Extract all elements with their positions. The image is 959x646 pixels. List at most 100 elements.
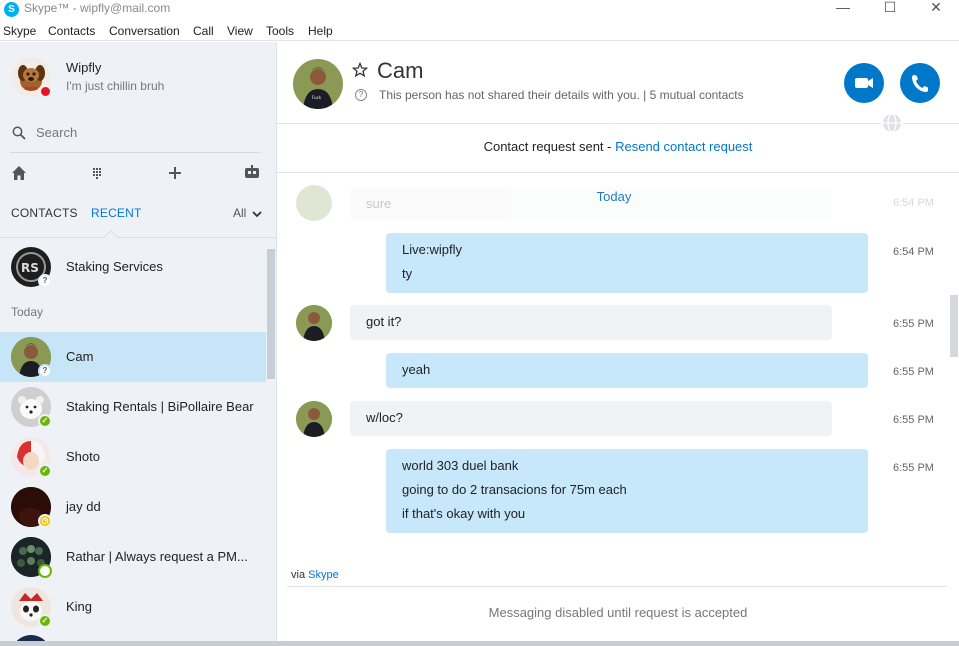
filter-dropdown[interactable]: All <box>233 206 262 220</box>
chat-contact-avatar[interactable]: Fuck <box>293 59 343 109</box>
via-text: via <box>291 569 309 581</box>
globe-icon[interactable] <box>881 112 903 134</box>
contact-name: Rathar | Always request a PM... <box>66 549 248 564</box>
skype-window: S Skype™ - wipfly@mail.com — ☐ ✕ Skype C… <box>0 0 959 646</box>
profile-mood-message[interactable]: I'm just chillin bruh <box>66 79 164 93</box>
message-time: 6:55 PM <box>893 318 934 330</box>
profile-name: Wipfly <box>66 60 102 75</box>
chat-contact-details: This person has not shared their details… <box>379 88 744 102</box>
sender-avatar[interactable] <box>296 305 332 341</box>
online-status-icon: ✓ <box>38 414 52 428</box>
menu-tools[interactable]: Tools <box>266 24 294 38</box>
dialpad-icon[interactable] <box>88 164 106 182</box>
sidebar-scrollbar[interactable] <box>267 249 275 379</box>
menu-bar: Skype Contacts Conversation Call View To… <box>0 21 959 41</box>
contact-item[interactable]: RS ? Staking Services <box>0 242 266 292</box>
busy-status-icon <box>39 85 52 98</box>
offline-status-icon <box>38 564 52 578</box>
resend-request-link[interactable]: Resend contact request <box>615 139 752 154</box>
title-bar: S Skype™ - wipfly@mail.com — ☐ ✕ <box>0 0 959 20</box>
message-bubble-in[interactable]: got it? <box>350 305 832 340</box>
contact-item[interactable]: ◷ jay dd <box>0 482 266 532</box>
contact-name: Staking Services <box>66 259 163 274</box>
phone-icon <box>912 75 928 92</box>
home-icon[interactable] <box>10 164 28 182</box>
window-bottom-edge <box>0 641 959 646</box>
conversation-panel: Fuck Cam ? This person has not shared th… <box>277 42 959 646</box>
message-text: world 303 duel bank <box>402 458 519 473</box>
date-separator: Today <box>596 189 632 204</box>
message-bubble-out[interactable]: yeah <box>386 353 868 388</box>
search-icon <box>12 126 26 140</box>
request-status-text: Contact request sent - <box>483 139 616 154</box>
contact-item[interactable]: ✓ Shoto <box>0 432 266 482</box>
via-skype-label: via Skype <box>291 569 339 581</box>
close-button[interactable]: ✕ <box>913 0 959 17</box>
message-text: w/loc? <box>366 410 403 425</box>
svg-text:Fuck: Fuck <box>312 95 322 100</box>
video-call-button[interactable] <box>844 63 884 103</box>
info-icon[interactable]: ? <box>355 89 367 101</box>
chat-contact-name: Cam <box>377 58 424 83</box>
message-text: Live:wipfly <box>402 242 462 257</box>
add-icon[interactable] <box>166 164 184 182</box>
sender-avatar[interactable] <box>296 401 332 437</box>
maximize-button[interactable]: ☐ <box>867 0 913 17</box>
message-time: 6:55 PM <box>893 366 934 378</box>
message-text: yeah <box>402 362 431 377</box>
menu-contacts[interactable]: Contacts <box>48 24 95 38</box>
contact-name: Cam <box>66 349 94 364</box>
menu-skype[interactable]: Skype <box>3 24 36 38</box>
favorite-star-icon[interactable] <box>352 62 368 78</box>
window-title: Skype™ - wipfly@mail.com <box>24 1 171 15</box>
sidebar: Wipfly I'm just chillin bruh Search CONT… <box>0 42 277 646</box>
message-text: going to do 2 transacions for 75m each <box>402 482 627 497</box>
online-status-icon: ✓ <box>38 614 52 628</box>
header-divider <box>277 123 959 124</box>
chevron-down-icon <box>252 211 262 218</box>
contact-name: Staking Rentals | BiPollaire Bear <box>66 399 254 414</box>
video-camera-icon <box>855 78 873 88</box>
menu-help[interactable]: Help <box>308 24 333 38</box>
menu-call[interactable]: Call <box>193 24 214 38</box>
message-text: got it? <box>366 314 402 329</box>
tabs-divider <box>0 237 276 238</box>
message-bubble-in[interactable]: w/loc? <box>350 401 832 436</box>
menu-conversation[interactable]: Conversation <box>109 24 180 38</box>
contact-item[interactable]: ✓ King <box>0 582 266 632</box>
message-time: 6:55 PM <box>893 462 934 474</box>
section-header-today: Today <box>11 305 44 319</box>
skype-logo-icon: S <box>4 2 19 17</box>
message-bubble-out[interactable]: Live:wipfly ty <box>386 233 868 293</box>
svg-text:RS: RS <box>21 261 39 275</box>
chat-scrollbar[interactable] <box>950 295 958 357</box>
audio-call-button[interactable] <box>900 63 940 103</box>
menu-view[interactable]: View <box>227 24 253 38</box>
message-time: 6:55 PM <box>893 414 934 426</box>
filter-label: All <box>233 206 247 220</box>
messaging-disabled-notice: Messaging disabled until request is acce… <box>488 605 748 620</box>
tab-recent[interactable]: RECENT <box>91 206 142 220</box>
contact-item-selected[interactable]: ? Cam <box>0 332 266 382</box>
contact-name: jay dd <box>66 499 101 514</box>
online-status-icon: ✓ <box>38 464 52 478</box>
message-text: if that's okay with you <box>402 506 526 521</box>
contact-name: King <box>66 599 93 614</box>
message-time: 6:54 PM <box>893 246 934 258</box>
contact-request-banner: Contact request sent - Resend contact re… <box>277 139 959 154</box>
search-input[interactable] <box>36 125 236 140</box>
skype-link[interactable]: Skype <box>308 569 339 581</box>
message-bubble-out[interactable]: world 303 duel bank going to do 2 transa… <box>386 449 868 533</box>
search-bar[interactable] <box>10 123 261 153</box>
message-list[interactable]: sure 6:54 PM Today Live:wipfly ty 6:54 P… <box>277 173 959 567</box>
contact-name: Shoto <box>66 449 100 464</box>
contact-item[interactable]: ✓ Staking Rentals | BiPollaire Bear <box>0 382 266 432</box>
minimize-button[interactable]: — <box>820 0 866 17</box>
bot-icon[interactable] <box>243 164 261 182</box>
tab-contacts[interactable]: CONTACTS <box>11 206 78 220</box>
unknown-status-icon: ? <box>38 274 52 288</box>
unknown-status-icon: ? <box>38 364 52 378</box>
message-text: ty <box>402 266 413 281</box>
composer-divider <box>287 586 947 587</box>
contact-item[interactable]: Rathar | Always request a PM... <box>0 532 266 582</box>
